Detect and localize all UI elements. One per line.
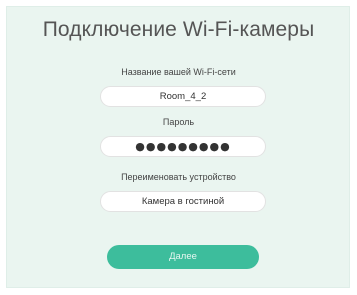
wifi-name-input[interactable]: Room_4_2 bbox=[100, 86, 266, 107]
wifi-name-label: Название вашей Wi-Fi-сети bbox=[121, 67, 236, 77]
page-title: Подключение Wi-Fi-камеры bbox=[42, 18, 315, 41]
next-button[interactable]: Далее bbox=[107, 245, 259, 269]
device-name-input[interactable]: Камера в гостиной bbox=[100, 191, 266, 212]
rename-device-label: Переименовать устройство bbox=[121, 172, 236, 182]
password-input[interactable]: ●●●●●●●●● bbox=[100, 136, 266, 157]
password-label: Пароль bbox=[162, 117, 195, 127]
